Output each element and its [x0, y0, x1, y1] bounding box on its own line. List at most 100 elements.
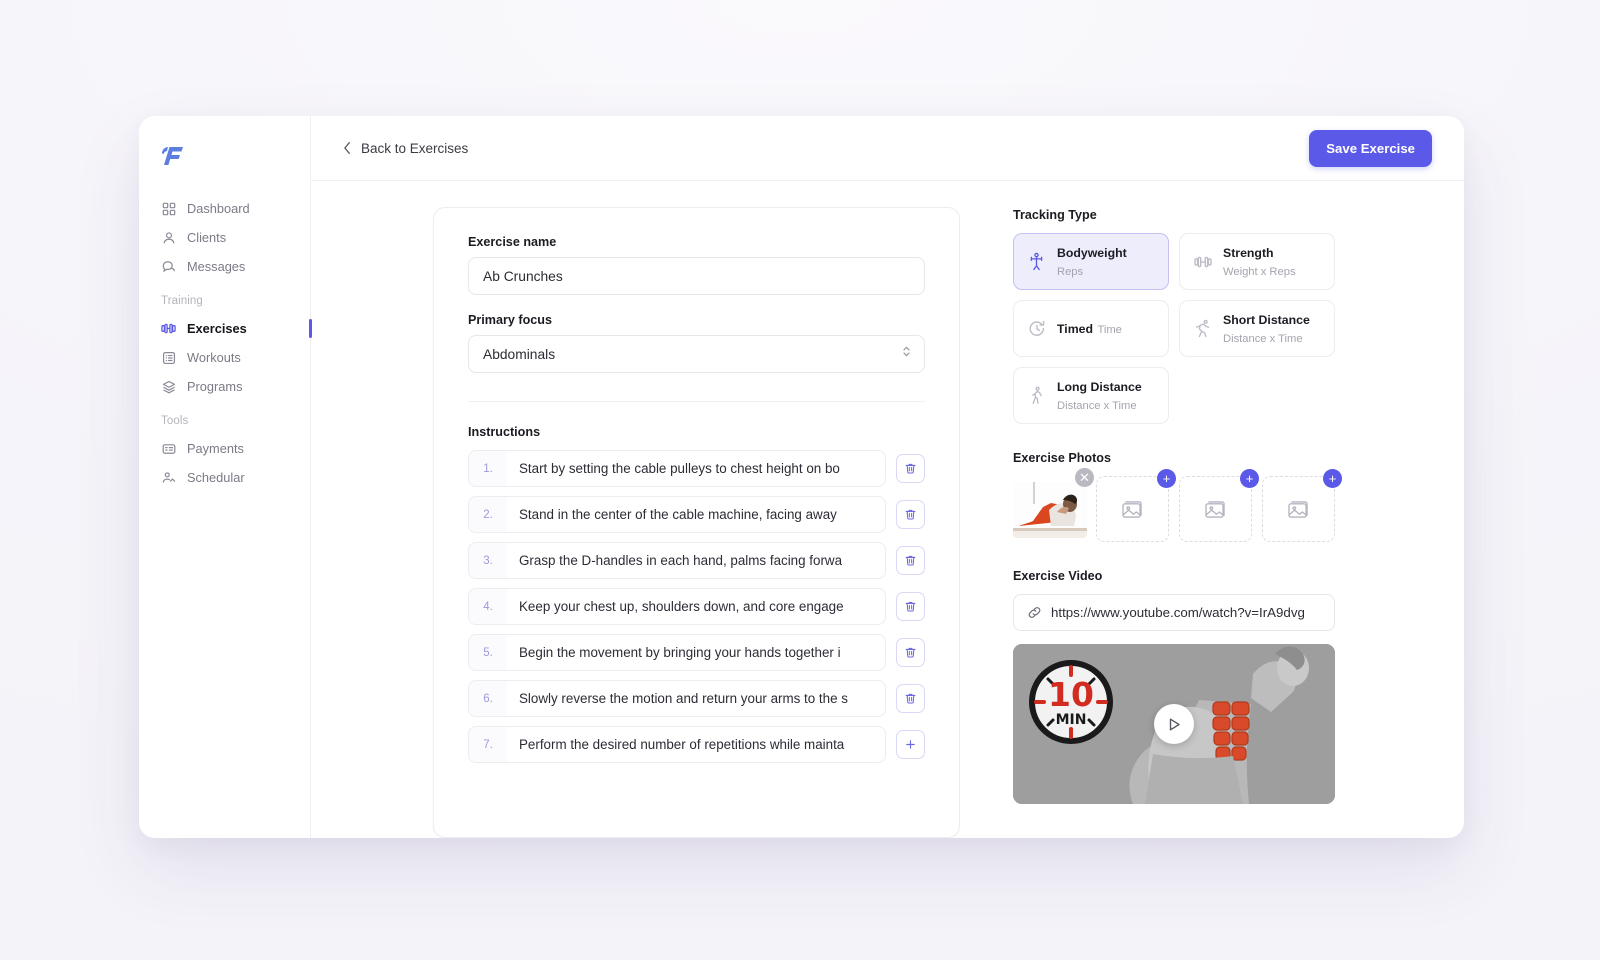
image-placeholder-icon [1205, 500, 1225, 518]
delete-instruction-button[interactable] [896, 592, 925, 621]
back-to-exercises-link[interactable]: Back to Exercises [343, 141, 468, 156]
schedule-icon [161, 470, 176, 485]
sidebar-item-workouts[interactable]: Workouts [139, 343, 310, 372]
play-icon [1169, 718, 1180, 730]
tracking-option-long-distance[interactable]: Long Distance Distance x Time [1013, 367, 1169, 424]
image-placeholder-icon [1288, 500, 1308, 518]
instruction-input[interactable]: 3. Grasp the D-handles in each hand, pal… [468, 542, 886, 579]
nav-group-main: Dashboard Clients Messages [139, 194, 310, 281]
nav-group-label-training: Training [161, 295, 203, 307]
tracking-option-name: Timed [1057, 321, 1093, 336]
save-exercise-button[interactable]: Save Exercise [1309, 129, 1432, 167]
instruction-number: 3. [469, 543, 507, 578]
add-photo-button[interactable]: + [1156, 469, 1176, 488]
fitness-app-logo[interactable] [139, 134, 310, 194]
exercise-video-title: Exercise Video [1013, 569, 1103, 583]
exercise-name-label: Exercise name [468, 235, 557, 249]
sidebar-item-exercises[interactable]: Exercises [139, 314, 312, 343]
add-photo-button[interactable]: + [1322, 469, 1342, 488]
instruction-text: Start by setting the cable pulleys to ch… [519, 461, 840, 476]
instruction-row: 7. Perform the desired number of repetit… [468, 726, 925, 763]
tracking-option-sub: Distance x Time [1057, 399, 1137, 412]
tracking-option-bodyweight[interactable]: Bodyweight Reps [1013, 233, 1169, 290]
primary-focus-select[interactable] [468, 335, 925, 373]
card-icon [161, 441, 176, 456]
trash-icon [905, 693, 916, 704]
sidebar-item-schedular[interactable]: Schedular [139, 463, 310, 492]
primary-focus-select-wrap [468, 335, 925, 373]
tracking-option-text: Short Distance Distance x Time [1223, 311, 1321, 347]
sidebar-item-clients[interactable]: Clients [139, 223, 310, 252]
play-button[interactable] [1154, 704, 1194, 744]
nav-group-label-tools: Tools [161, 415, 189, 427]
sidebar-item-dashboard[interactable]: Dashboard [139, 194, 310, 223]
tracking-option-timed[interactable]: Timed Time [1013, 300, 1169, 357]
exercise-photos-row: ✕ + + + [1013, 468, 1342, 542]
instruction-input[interactable]: 2. Stand in the center of the cable mach… [468, 496, 886, 533]
tracking-option-name: Bodyweight [1057, 245, 1127, 260]
walking-icon [1027, 386, 1046, 405]
sidebar-item-programs[interactable]: Programs [139, 372, 310, 401]
dumbbell-icon [1193, 254, 1212, 270]
ab-crunch-photo [1013, 482, 1087, 538]
instruction-input[interactable]: 1. Start by setting the cable pulleys to… [468, 450, 886, 487]
sidebar-item-label: Programs [187, 379, 243, 394]
instruction-row: 3. Grasp the D-handles in each hand, pal… [468, 542, 925, 579]
tracking-option-name: Short Distance [1223, 312, 1310, 327]
tracking-type-grid: Bodyweight Reps Strength Weight x Reps T… [1013, 233, 1335, 424]
sidebar-item-messages[interactable]: Messages [139, 252, 310, 281]
sidebar-item-label: Exercises [187, 321, 247, 336]
video-badge-unit: MIN [1056, 712, 1087, 728]
tracking-option-sub: Weight x Reps [1223, 265, 1296, 278]
add-instruction-button[interactable] [896, 730, 925, 759]
tracking-option-strength[interactable]: Strength Weight x Reps [1179, 233, 1335, 290]
image-placeholder-icon [1122, 500, 1142, 518]
photo-slot-empty[interactable]: + [1178, 469, 1259, 542]
tracking-option-text: Timed Time [1057, 320, 1122, 338]
photo-slot-filled[interactable]: ✕ [1013, 468, 1094, 542]
dumbbell-icon [161, 321, 176, 336]
link-icon [1028, 607, 1041, 618]
tracking-option-short-distance[interactable]: Short Distance Distance x Time [1179, 300, 1335, 357]
instructions-list: 1. Start by setting the cable pulleys to… [468, 450, 925, 763]
tracking-option-name: Strength [1223, 245, 1274, 260]
video-url-value: https://www.youtube.com/watch?v=IrA9dvg [1051, 605, 1305, 620]
add-photo-button[interactable]: + [1239, 469, 1259, 488]
instruction-input[interactable]: 7. Perform the desired number of repetit… [468, 726, 886, 763]
sidebar: Dashboard Clients Messages Training Exer… [139, 116, 312, 838]
photo-slot-empty[interactable]: + [1261, 469, 1342, 542]
instruction-text: Begin the movement by bringing your hand… [519, 645, 841, 660]
topbar: Back to Exercises Save Exercise [311, 116, 1464, 181]
instruction-row: 5. Begin the movement by bringing your h… [468, 634, 925, 671]
delete-instruction-button[interactable] [896, 454, 925, 483]
video-url-input[interactable]: https://www.youtube.com/watch?v=IrA9dvg [1013, 594, 1335, 631]
exercise-photos-title: Exercise Photos [1013, 451, 1111, 465]
instruction-number: 1. [469, 451, 507, 486]
instruction-input[interactable]: 4. Keep your chest up, shoulders down, a… [468, 588, 886, 625]
list-card-icon [161, 350, 176, 365]
remove-photo-button[interactable]: ✕ [1074, 468, 1094, 487]
instruction-input[interactable]: 6. Slowly reverse the motion and return … [468, 680, 886, 717]
logo-f-icon [162, 147, 183, 165]
sidebar-item-label: Schedular [187, 470, 245, 485]
tracking-option-text: Strength Weight x Reps [1223, 244, 1321, 280]
photo-slot-empty[interactable]: + [1095, 469, 1176, 542]
nav-group-tools: Tools Payments Schedular [139, 401, 310, 492]
delete-instruction-button[interactable] [896, 500, 925, 529]
delete-instruction-button[interactable] [896, 684, 925, 713]
user-icon [161, 230, 176, 245]
sidebar-item-label: Clients [187, 230, 227, 245]
instruction-row: 4. Keep your chest up, shoulders down, a… [468, 588, 925, 625]
delete-instruction-button[interactable] [896, 638, 925, 667]
sidebar-item-payments[interactable]: Payments [139, 434, 310, 463]
video-thumbnail[interactable]: 10 MIN [1013, 644, 1335, 804]
exercise-name-input[interactable] [468, 257, 925, 295]
tracking-option-text: Bodyweight Reps [1057, 244, 1155, 280]
instruction-row: 2. Stand in the center of the cable mach… [468, 496, 925, 533]
delete-instruction-button[interactable] [896, 546, 925, 575]
back-link-label: Back to Exercises [361, 140, 469, 156]
instruction-input[interactable]: 5. Begin the movement by bringing your h… [468, 634, 886, 671]
video-badge-number: 10 [1048, 675, 1094, 714]
nav-group-training: Training Exercises Workouts Programs [139, 281, 312, 401]
instruction-number: 4. [469, 589, 507, 624]
